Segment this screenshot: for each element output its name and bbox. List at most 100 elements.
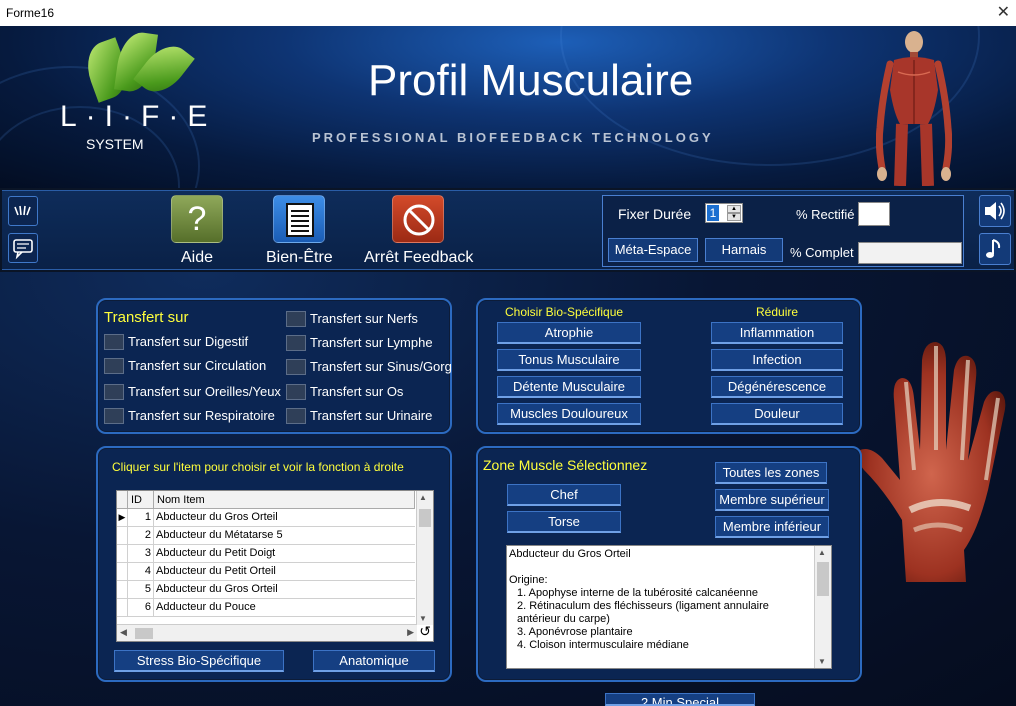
row-pointer-icon: ▶: [117, 509, 128, 527]
list-instruction: Cliquer sur l'item pour choisir et voir …: [112, 460, 404, 474]
transfert-title: Transfert sur: [104, 309, 189, 326]
description-line: 1. Apophyse interne de la tubérosité cal…: [517, 587, 758, 599]
complet-label: % Complet: [790, 245, 854, 260]
douleur-button[interactable]: Douleur: [711, 403, 843, 425]
scroll-right-icon[interactable]: ▶: [407, 627, 414, 638]
membre-inferieur-button[interactable]: Membre inférieur: [715, 516, 829, 538]
tonus-musculaire-button[interactable]: Tonus Musculaire: [497, 349, 641, 371]
list-icon: [273, 195, 325, 243]
life-system-logo: L·I·F·E SYSTEM: [60, 24, 210, 154]
scroll-down-icon[interactable]: ▼: [818, 657, 826, 666]
muscles-douloureux-button[interactable]: Muscles Douloureux: [497, 403, 641, 425]
two-min-special-button[interactable]: 2 Min Special: [605, 693, 755, 706]
checkbox-box[interactable]: [286, 310, 306, 327]
transfert-lymphe-checkbox[interactable]: Transfert sur Lymphe: [286, 334, 433, 352]
page-title: Profil Musculaire: [368, 56, 694, 105]
meta-espace-button[interactable]: Méta-Espace: [608, 238, 698, 262]
checkbox-box[interactable]: [104, 333, 124, 350]
transfert-digestif-checkbox[interactable]: Transfert sur Digestif: [104, 333, 248, 351]
inflammation-button[interactable]: Inflammation: [711, 322, 843, 344]
transfert-os-checkbox[interactable]: Transfert sur Os: [286, 383, 403, 401]
membre-superieur-button[interactable]: Membre supérieur: [715, 489, 829, 511]
bien-etre-button[interactable]: Bien-Être: [266, 195, 333, 267]
spinner-up-icon[interactable]: ▲: [727, 205, 741, 213]
spinner-down-icon[interactable]: ▼: [727, 213, 741, 221]
music-button[interactable]: [979, 233, 1011, 265]
description-scrollbar[interactable]: ▲ ▼: [814, 546, 831, 668]
signal-icon: [14, 205, 31, 216]
aide-button[interactable]: ? Aide: [166, 195, 228, 267]
signal-button[interactable]: [8, 196, 38, 226]
transfert-urinaire-checkbox[interactable]: Transfert sur Urinaire: [286, 407, 432, 425]
table-row[interactable]: ▶ 1 Abducteur du Gros Orteil: [117, 509, 415, 527]
atrophie-button[interactable]: Atrophie: [497, 322, 641, 344]
fixer-duree-label: Fixer Durée: [618, 206, 692, 222]
degenerescence-button[interactable]: Dégénérescence: [711, 376, 843, 398]
arret-feedback-label: Arrêt Feedback: [364, 249, 474, 266]
refresh-icon[interactable]: ↺: [419, 623, 431, 640]
hand-anatomy-image: [857, 342, 1006, 582]
column-header-nom: Nom Item: [154, 491, 415, 509]
table-row[interactable]: 5 Abducteur du Gros Orteil: [117, 581, 415, 599]
transfert-nerfs-checkbox[interactable]: Transfert sur Nerfs: [286, 310, 418, 328]
harnais-button[interactable]: Harnais: [705, 238, 783, 262]
scroll-thumb[interactable]: [419, 509, 431, 527]
table-row[interactable]: 6 Adducteur du Pouce: [117, 599, 415, 617]
volume-button[interactable]: [979, 195, 1011, 227]
table-vertical-scrollbar[interactable]: ▲ ▼: [416, 491, 433, 625]
muscle-table: ID Nom Item ▶ 1 Abducteur du Gros Orteil…: [116, 490, 434, 642]
window-titlebar: Forme16 ✕: [0, 0, 1016, 26]
rectifie-field: [858, 202, 890, 226]
scroll-left-icon[interactable]: ◀: [120, 627, 127, 638]
checkbox-box[interactable]: [286, 407, 306, 424]
anatomique-button[interactable]: Anatomique: [313, 650, 435, 672]
table-horizontal-scrollbar[interactable]: ◀ ▶: [117, 624, 417, 641]
scroll-up-icon[interactable]: ▲: [818, 548, 826, 557]
description-text: Abducteur du Gros Orteil Origine: 1. Apo…: [509, 548, 813, 652]
bio-specifique-title: Choisir Bio-Spécifique: [505, 305, 624, 319]
toutes-les-zones-button[interactable]: Toutes les zones: [715, 462, 827, 484]
description-origine-label: Origine:: [509, 574, 548, 586]
hscroll-thumb[interactable]: [135, 628, 153, 639]
infection-button[interactable]: Infection: [711, 349, 843, 371]
aide-label: Aide: [180, 249, 214, 266]
duree-spinner[interactable]: 1 ▲ ▼: [705, 203, 743, 223]
help-icon: ?: [171, 195, 223, 243]
table-row[interactable]: 2 Abducteur du Métatarse 5: [117, 527, 415, 545]
chef-button[interactable]: Chef: [507, 484, 621, 506]
torse-button[interactable]: Torse: [507, 511, 621, 533]
description-line: 2. Rétinaculum des fléchisseurs (ligamen…: [517, 600, 769, 625]
zone-muscle-title: Zone Muscle Sélectionnez: [483, 457, 648, 473]
scroll-thumb[interactable]: [817, 562, 829, 596]
logo-letters: L·I·F·E: [60, 100, 217, 133]
table-row[interactable]: 4 Abducteur du Petit Orteil: [117, 563, 415, 581]
speaker-icon: [985, 202, 1005, 220]
window-title: Forme16: [6, 6, 55, 20]
arret-feedback-button[interactable]: Arrêt Feedback: [364, 195, 474, 267]
bien-etre-label: Bien-Être: [266, 249, 333, 266]
checkbox-box[interactable]: [286, 383, 306, 400]
muscle-description-textbox[interactable]: Abducteur du Gros Orteil Origine: 1. Apo…: [506, 545, 832, 669]
transfert-respiratoire-checkbox[interactable]: Transfert sur Respiratoire: [104, 407, 275, 425]
close-window-button[interactable]: ✕: [997, 0, 1010, 26]
scroll-up-icon[interactable]: ▲: [419, 493, 427, 502]
table-row[interactable]: 3 Abducteur du Petit Doigt: [117, 545, 415, 563]
chat-button[interactable]: [8, 233, 38, 263]
rectifie-label: % Rectifié: [796, 207, 855, 222]
stress-bio-specifique-button[interactable]: Stress Bio-Spécifique: [114, 650, 284, 672]
transfert-circulation-checkbox[interactable]: Transfert sur Circulation: [104, 357, 266, 375]
transfert-sinus-gorg-checkbox[interactable]: Transfert sur Sinus/Gorg: [286, 358, 452, 376]
stop-icon: [392, 195, 444, 243]
scroll-down-icon[interactable]: ▼: [419, 614, 427, 623]
checkbox-box[interactable]: [104, 407, 124, 424]
detente-musculaire-button[interactable]: Détente Musculaire: [497, 376, 641, 398]
complet-progress: [858, 242, 962, 264]
table-header: ID Nom Item: [117, 491, 415, 509]
reduire-title: Réduire: [756, 305, 799, 319]
transfert-oreilles-yeux-checkbox[interactable]: Transfert sur Oreilles/Yeux: [104, 383, 281, 401]
checkbox-box[interactable]: [104, 383, 124, 400]
column-header-id: ID: [128, 491, 154, 509]
checkbox-box[interactable]: [286, 334, 306, 351]
checkbox-box[interactable]: [286, 358, 306, 375]
checkbox-box[interactable]: [104, 357, 124, 374]
